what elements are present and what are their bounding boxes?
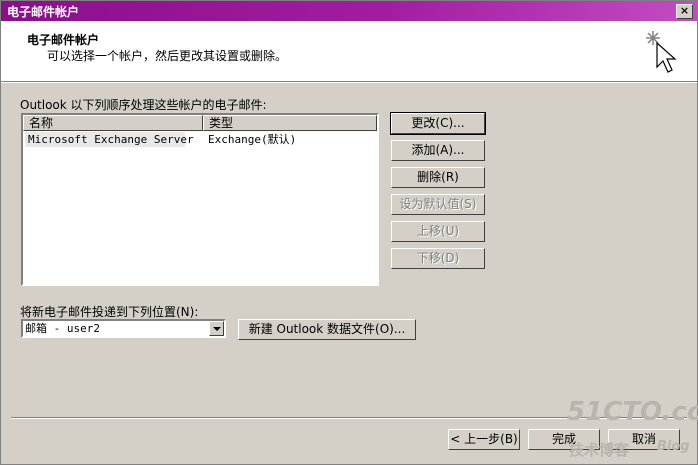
- new-data-file-button[interactable]: 新建 Outlook 数据文件(O)...: [238, 319, 416, 340]
- column-header-type[interactable]: 类型: [203, 115, 377, 131]
- header-subtitle: 可以选择一个帐户，然后更改其设置或删除。: [47, 49, 288, 63]
- header-title: 电子邮件帐户: [27, 33, 100, 47]
- close-button[interactable]: ×: [676, 4, 693, 19]
- accounts-list[interactable]: 名称 类型 Microsoft Exchange Server Exchange…: [21, 113, 379, 286]
- column-header-name[interactable]: 名称: [23, 115, 203, 131]
- add-button[interactable]: 添加(A)...: [391, 140, 485, 161]
- window-title: 电子邮件帐户: [7, 5, 80, 19]
- account-name: Microsoft Exchange Server: [25, 132, 194, 147]
- wizard-wand-icon: [646, 31, 677, 73]
- account-type: Exchange(默认): [208, 133, 297, 146]
- watermark-blog: Blog: [657, 439, 690, 454]
- move-down-button[interactable]: 下移(D): [391, 248, 485, 269]
- back-button[interactable]: < 上一步(B): [448, 429, 520, 450]
- accounts-label: Outlook 以下列顺序处理这些帐户的电子邮件:: [20, 98, 267, 112]
- remove-button[interactable]: 删除(R): [391, 167, 485, 188]
- dialog-window: 电子邮件帐户 × 电子邮件帐户 可以选择一个帐户，然后更改其设置或删除。 Out…: [0, 0, 698, 465]
- delivery-location-select[interactable]: 邮箱 - user2: [21, 319, 226, 338]
- wizard-header: 电子邮件帐户 可以选择一个帐户，然后更改其设置或删除。: [1, 21, 697, 82]
- set-default-button[interactable]: 设为默认值(S): [391, 194, 485, 215]
- title-bar: 电子邮件帐户 ×: [1, 1, 697, 21]
- change-button[interactable]: 更改(C)...: [390, 112, 486, 135]
- header-divider: [1, 82, 697, 83]
- watermark-text: 技术博客: [569, 441, 630, 459]
- delivery-label: 将新电子邮件投递到下列位置(N):: [20, 305, 199, 319]
- delivery-location-value: 邮箱 - user2: [25, 322, 100, 335]
- chevron-down-icon[interactable]: [209, 321, 224, 336]
- watermark-logo: 51CTO.com: [567, 397, 698, 427]
- move-up-button[interactable]: 上移(U): [391, 221, 485, 242]
